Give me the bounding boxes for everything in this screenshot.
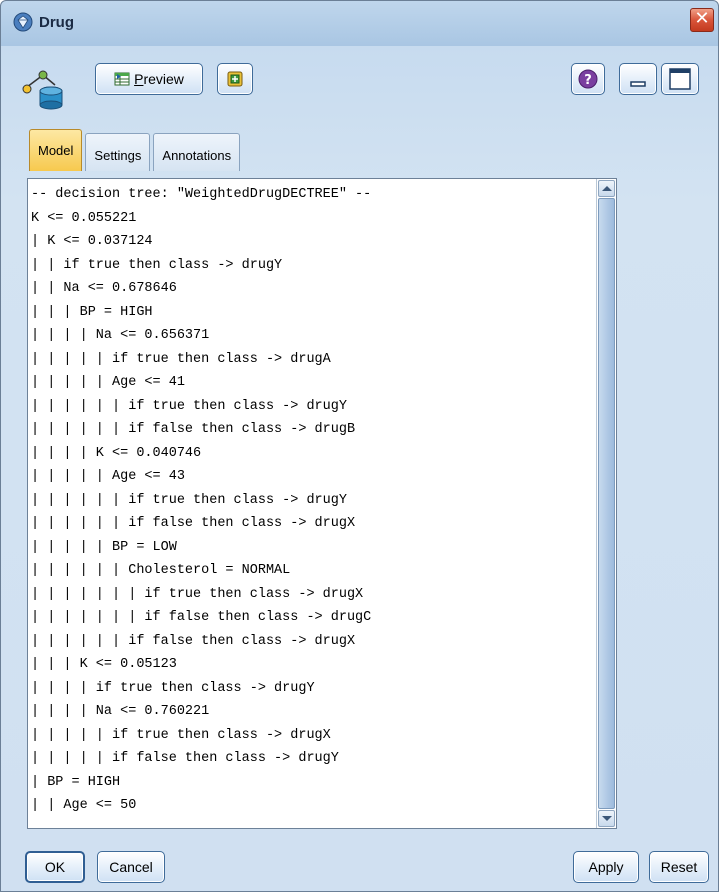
tree-line: -- decision tree: "WeightedDrugDECTREE" … bbox=[31, 187, 372, 202]
tree-line: | BP = HIGH bbox=[31, 774, 121, 790]
tree-line: | | | | | | Cholesterol = NORMAL bbox=[31, 563, 291, 578]
tab-strip: Model Settings Annotations bbox=[29, 129, 243, 171]
tree-line: | | | | | | if false then class -> drugX bbox=[31, 633, 356, 649]
preview-table-icon bbox=[114, 72, 130, 86]
scroll-thumb[interactable] bbox=[598, 198, 615, 809]
tree-line: | | | | | Age <= 43 bbox=[31, 469, 185, 484]
tree-line: | | | | | BP = LOW bbox=[31, 539, 177, 555]
scroll-up-arrow[interactable] bbox=[598, 180, 615, 197]
tree-line: K <= 0.055221 bbox=[31, 210, 137, 226]
tree-line: | | | | | Age <= 41 bbox=[31, 375, 185, 390]
tree-line: | | | | | | if false then class -> drugB bbox=[31, 422, 356, 437]
decision-tree-text[interactable]: -- decision tree: "WeightedDrugDECTREE" … bbox=[28, 179, 596, 828]
reset-button[interactable]: Reset bbox=[649, 851, 709, 883]
tree-line: | | | | | | if true then class -> drugY bbox=[31, 492, 347, 508]
close-x-icon: ✕ bbox=[694, 8, 710, 29]
maximize-button[interactable] bbox=[661, 63, 699, 95]
tree-line: | | if true then class -> drugY bbox=[31, 257, 283, 273]
tree-line: | | | BP = HIGH bbox=[31, 304, 153, 320]
tree-line: | | | | | if false then class -> drugY bbox=[31, 751, 339, 766]
tree-line: | | | | if true then class -> drugY bbox=[31, 680, 315, 696]
tree-line: | K <= 0.037124 bbox=[31, 234, 153, 249]
title-bar[interactable]: Drug ✕ bbox=[1, 1, 718, 43]
tree-line: | | | K <= 0.05123 bbox=[31, 657, 177, 672]
cancel-button[interactable]: Cancel bbox=[97, 851, 165, 883]
tree-line: | | Na <= 0.678646 bbox=[31, 281, 177, 296]
window-title: Drug bbox=[39, 13, 74, 31]
svg-text:?: ? bbox=[584, 73, 592, 88]
help-button[interactable]: ? bbox=[571, 63, 605, 95]
preview-button[interactable]: Preview bbox=[95, 63, 203, 95]
tab-settings[interactable]: Settings bbox=[85, 133, 151, 171]
model-text-panel[interactable]: -- decision tree: "WeightedDrugDECTREE" … bbox=[27, 178, 617, 829]
tree-line: | | | | | | | if false then class -> dru… bbox=[31, 610, 372, 625]
scroll-down-arrow[interactable] bbox=[598, 810, 615, 827]
preview-label: Preview bbox=[134, 71, 184, 87]
apply-button[interactable]: Apply bbox=[573, 851, 639, 883]
tree-line: | | | | Na <= 0.760221 bbox=[31, 704, 210, 719]
tab-annotations[interactable]: Annotations bbox=[153, 133, 241, 171]
tree-line: | | Age <= 50 bbox=[31, 798, 137, 813]
diamond-gem-icon bbox=[13, 12, 33, 32]
tree-line: | | | | Na <= 0.656371 bbox=[31, 328, 210, 343]
generate-button[interactable] bbox=[217, 63, 253, 95]
tree-model-node-icon bbox=[22, 70, 63, 110]
tree-line: | | | | K <= 0.040746 bbox=[31, 445, 202, 461]
tree-line: | | | | | | if true then class -> drugY bbox=[31, 398, 347, 414]
tree-line: | | | | | | if false then class -> drugX bbox=[31, 516, 356, 531]
vertical-scrollbar[interactable] bbox=[596, 179, 616, 828]
generate-node-icon bbox=[227, 71, 243, 87]
maximize-icon bbox=[669, 68, 691, 90]
ok-button[interactable]: OK bbox=[25, 851, 85, 883]
tree-line: | | | | | | | if true then class -> drug… bbox=[31, 586, 364, 602]
tree-line: | | | | | if true then class -> drugX bbox=[31, 727, 331, 743]
close-button[interactable]: ✕ bbox=[690, 8, 714, 32]
minimize-icon bbox=[630, 81, 646, 87]
help-question-icon: ? bbox=[578, 69, 598, 89]
minimize-button[interactable] bbox=[619, 63, 657, 95]
tree-line: | | | | | if true then class -> drugA bbox=[31, 351, 331, 367]
toolbar: Preview ? bbox=[1, 49, 718, 119]
dialog-window: Drug ✕ Preview ? Model Settings Annotati… bbox=[0, 0, 719, 892]
tab-model[interactable]: Model bbox=[29, 129, 83, 171]
